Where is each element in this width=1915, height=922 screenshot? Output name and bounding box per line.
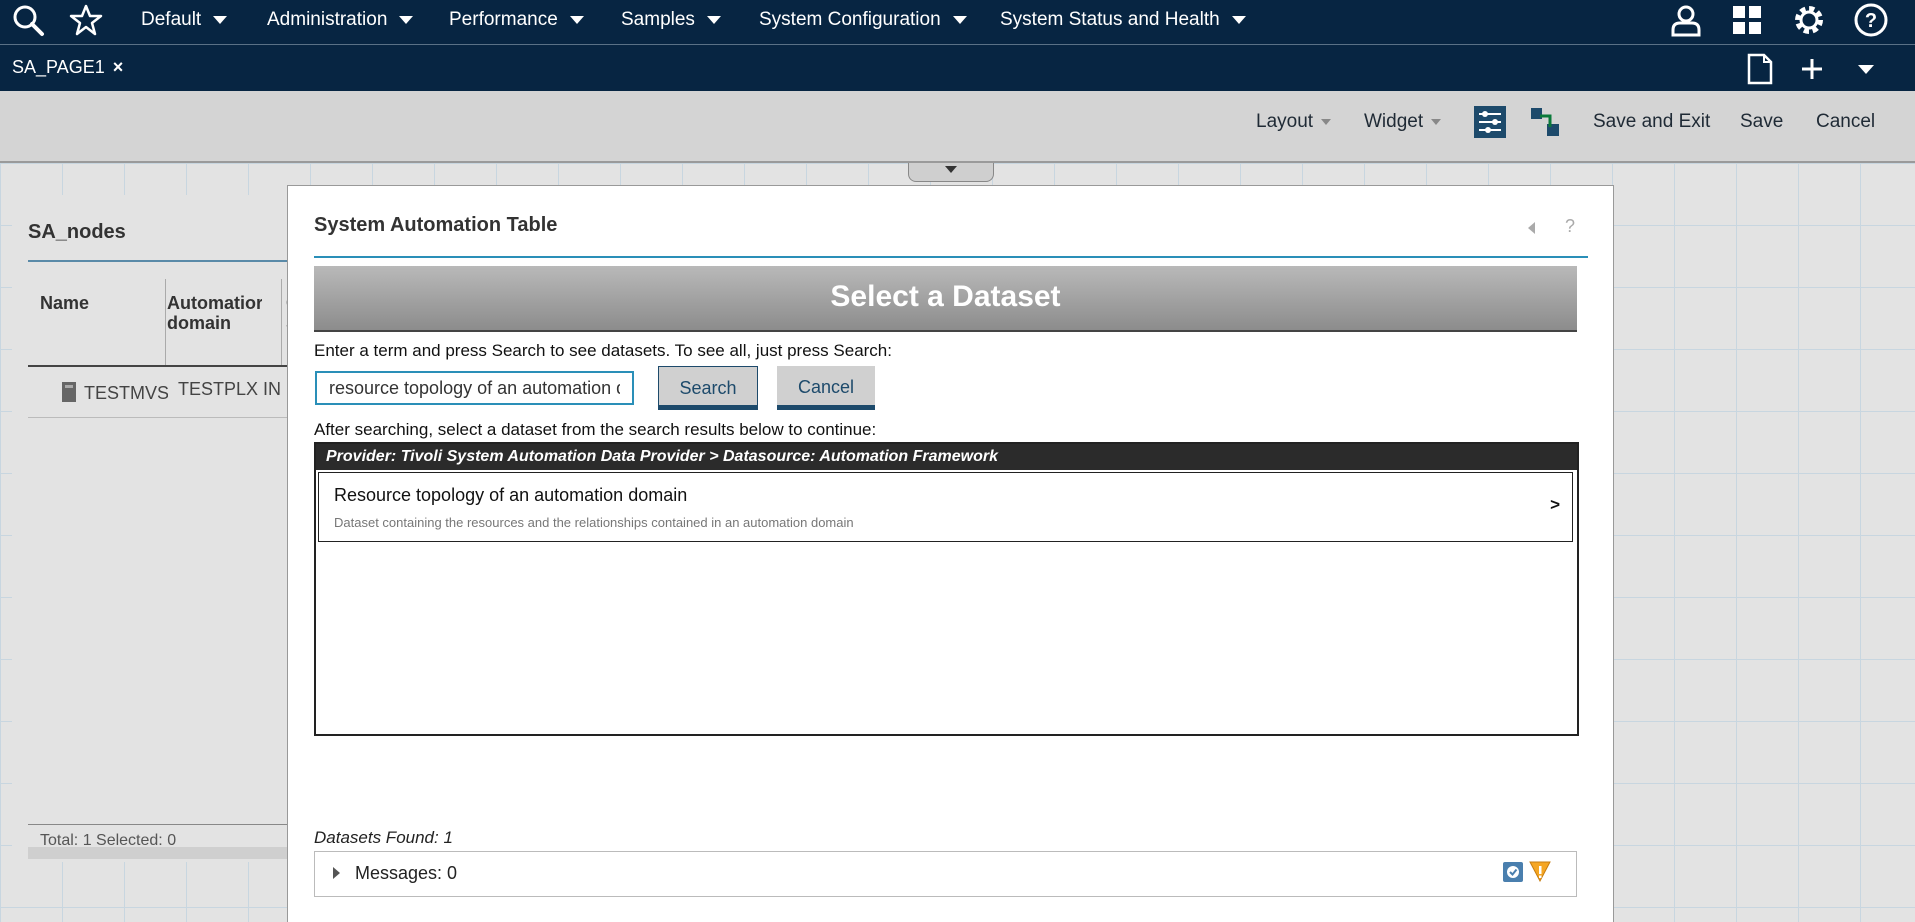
- menu-performance-label: Performance: [449, 9, 558, 30]
- column-divider: [165, 279, 166, 365]
- menu-default-label: Default: [141, 9, 202, 30]
- page-tab-bar: SA_PAGE1 ×: [0, 45, 1915, 91]
- chevron-down-icon: [213, 16, 228, 24]
- chevron-down-icon: [569, 16, 584, 24]
- edit-toolbar: Layout Widget Save and Exit Save Cancel: [0, 91, 1915, 163]
- search-icon[interactable]: [10, 2, 46, 38]
- new-page-icon[interactable]: [1746, 53, 1774, 85]
- chevron-down-icon: [1231, 16, 1246, 24]
- column-header-domain-line1: Automatior: [167, 293, 262, 313]
- table-row[interactable]: TESTMVS TESTPLX IN: [28, 367, 287, 418]
- dialog-title-rule: [314, 256, 1588, 258]
- menu-administration-label: Administration: [267, 9, 388, 30]
- close-icon[interactable]: ×: [113, 57, 124, 78]
- wire-icon[interactable]: [1530, 107, 1560, 137]
- dataset-selection-dialog: System Automation Table ? Select a Datas…: [288, 186, 1613, 922]
- cell-name: TESTMVS: [84, 383, 168, 403]
- dataset-name: Resource topology of an automation domai…: [334, 485, 688, 505]
- chevron-down-icon: [399, 16, 414, 24]
- menu-system-status-label: System Status and Health: [1000, 9, 1220, 30]
- help-icon[interactable]: ?: [1853, 2, 1889, 38]
- banner-title: Select a Dataset: [830, 280, 1061, 313]
- menu-system-status-and-health[interactable]: System Status and Health: [1000, 0, 1246, 40]
- info-check-icon[interactable]: [1503, 862, 1523, 882]
- column-header-name[interactable]: Name: [40, 293, 89, 313]
- dataset-search-input[interactable]: [315, 371, 634, 405]
- chevron-down-icon: [706, 16, 721, 24]
- search-instruction: Enter a term and press Search to see dat…: [314, 341, 892, 360]
- datasets-found-count: Datasets Found: 1: [314, 828, 453, 847]
- provider-header: Provider: Tivoli System Automation Data …: [316, 444, 1577, 470]
- messages-label[interactable]: Messages: 0: [355, 863, 457, 884]
- chevron-down-icon: [1321, 118, 1332, 125]
- column-header-domain[interactable]: Automatior domain: [167, 293, 262, 333]
- menu-samples[interactable]: Samples: [621, 0, 721, 40]
- apps-grid-icon[interactable]: [1729, 2, 1765, 38]
- horizontal-scrollbar[interactable]: [28, 847, 287, 859]
- toolbar-collapse-handle[interactable]: [908, 163, 994, 182]
- tab-sa-page1[interactable]: SA_PAGE1 ×: [12, 57, 123, 78]
- widget-title: SA_nodes: [28, 221, 126, 243]
- add-icon[interactable]: [1800, 57, 1824, 81]
- help-icon[interactable]: ?: [1565, 216, 1575, 237]
- layout-menu[interactable]: Layout: [1256, 111, 1332, 133]
- properties-icon[interactable]: [1473, 105, 1507, 139]
- menu-administration[interactable]: Administration: [267, 0, 414, 40]
- settings-gear-icon[interactable]: [1791, 2, 1827, 38]
- favorites-star-icon[interactable]: [68, 2, 104, 38]
- cancel-toolbar-button[interactable]: Cancel: [1816, 111, 1875, 133]
- user-icon[interactable]: [1668, 2, 1704, 38]
- select-dataset-banner: Select a Dataset: [314, 266, 1577, 332]
- cell-domain: TESTPLX IN: [178, 379, 282, 399]
- column-header-domain-line2: domain: [167, 313, 232, 333]
- chevron-down-icon: [952, 16, 967, 24]
- widget-label: Widget: [1364, 111, 1424, 132]
- results-instruction: After searching, select a dataset from t…: [314, 420, 877, 439]
- menu-system-configuration-label: System Configuration: [759, 9, 941, 30]
- menu-system-configuration[interactable]: System Configuration: [759, 0, 967, 40]
- save-and-exit-button[interactable]: Save and Exit: [1593, 111, 1710, 133]
- widget-title-underline: [28, 260, 287, 262]
- footer-divider: [28, 824, 287, 825]
- tab-label: SA_PAGE1: [12, 57, 105, 77]
- messages-panel: Messages: 0: [314, 851, 1577, 897]
- chevron-right-icon: >: [1550, 495, 1560, 514]
- search-button[interactable]: Search: [658, 366, 758, 410]
- menu-samples-label: Samples: [621, 9, 695, 30]
- save-button[interactable]: Save: [1740, 111, 1783, 133]
- table-header: Name Automatior domain C S: [28, 279, 299, 367]
- dataset-description: Dataset containing the resources and the…: [334, 515, 854, 530]
- menu-default[interactable]: Default: [141, 0, 228, 40]
- back-arrow-icon[interactable]: [1528, 222, 1535, 234]
- top-navigation-bar: Default Administration Performance Sampl…: [0, 0, 1915, 45]
- sa-nodes-widget: SA_nodes Name Automatior domain C S TEST…: [12, 195, 299, 862]
- dialog-title: System Automation Table: [314, 214, 558, 236]
- svg-text:?: ?: [1865, 10, 1877, 32]
- layout-label: Layout: [1256, 111, 1314, 132]
- chevron-down-icon: [1431, 118, 1442, 125]
- widget-menu[interactable]: Widget: [1364, 111, 1442, 133]
- dataset-result-item[interactable]: Resource topology of an automation domai…: [318, 472, 1573, 542]
- expand-triangle-icon[interactable]: [333, 867, 340, 879]
- search-results-panel: Provider: Tivoli System Automation Data …: [314, 442, 1579, 736]
- cancel-button[interactable]: Cancel: [777, 366, 875, 410]
- dropdown-icon[interactable]: [1857, 63, 1875, 75]
- warning-icon[interactable]: [1528, 860, 1552, 882]
- menu-performance[interactable]: Performance: [449, 0, 584, 40]
- system-node-icon: [62, 382, 76, 402]
- column-divider: [281, 279, 282, 365]
